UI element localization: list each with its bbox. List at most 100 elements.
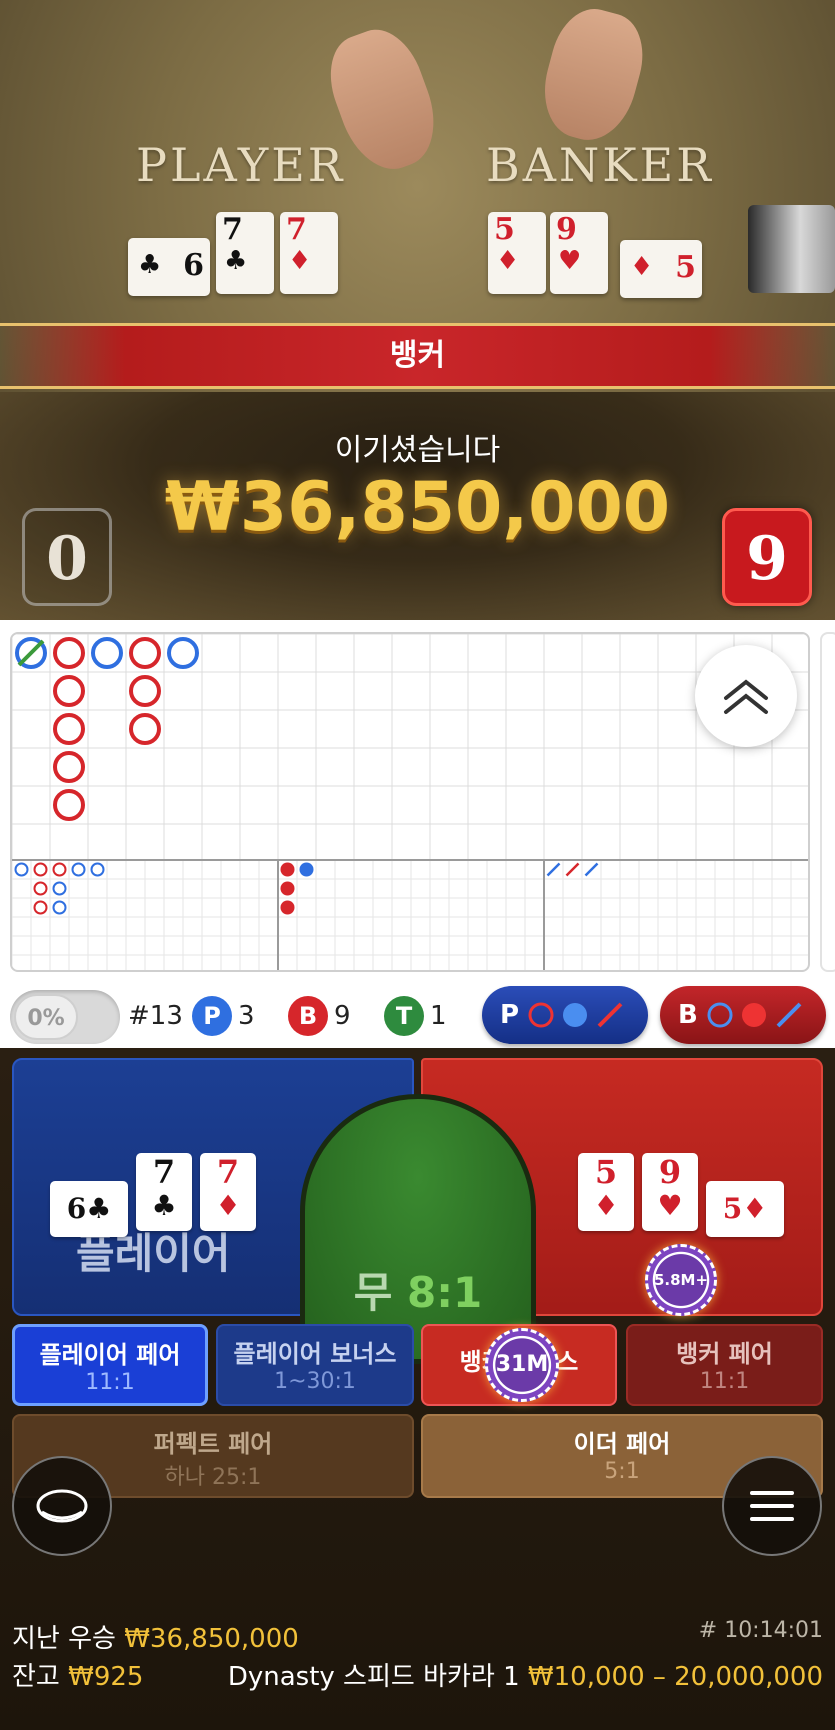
big-road-bead [167, 637, 199, 669]
card-shoe [748, 205, 835, 293]
percent-toggle[interactable]: 0% [10, 990, 120, 1044]
perfect-pair-label: 퍼펙트 페어 [153, 1430, 273, 1458]
banker-hand-card-2: 9 ♥ [642, 1153, 698, 1231]
card-rank: 5 [594, 1153, 618, 1191]
big-road-bead [53, 751, 85, 783]
player-bonus-odds: 1~30:1 [274, 1369, 356, 1394]
player-wins-count: 3 [238, 1001, 255, 1031]
big-eye-road-mark [33, 862, 48, 877]
card-rank: 7 [216, 1153, 240, 1191]
percent-toggle-label: 0% [14, 994, 78, 1040]
banker-ask-button[interactable]: B [660, 986, 826, 1044]
card-suit-icon: ♥ [657, 1189, 683, 1222]
menu-button[interactable] [722, 1456, 822, 1556]
tie-bet-label: 무 [353, 1268, 393, 1317]
win-message: 이기셨습니다 [334, 433, 501, 468]
card-rank: 6 [66, 1192, 87, 1225]
small-road-mark [280, 862, 295, 877]
chat-button[interactable] [12, 1456, 112, 1556]
table-player-card-2: 7 ♣ [216, 212, 274, 294]
balance-value: ₩925 [68, 1662, 144, 1692]
card-suit-icon: ♣ [86, 1192, 112, 1225]
card-suit-icon: ♦ [630, 252, 654, 282]
result-banner-text: 뱅커 [389, 338, 446, 373]
player-ask-label: P [500, 1000, 520, 1030]
player-ask-button[interactable]: P [482, 986, 648, 1044]
big-eye-road-mark [52, 881, 67, 896]
banker-table-label: BANKER [486, 138, 714, 192]
table-info: Dynasty 스피드 바카라 1 ₩10,000 – 20,000,000 [228, 1656, 823, 1693]
win-amount: ₩36,850,000 [164, 468, 671, 547]
road-canvas [12, 634, 808, 970]
last-win-label: 지난 우승 [12, 1624, 116, 1654]
big-eye-road-mark [52, 900, 67, 915]
player-table-label: PLAYER [136, 138, 346, 192]
card-suit-icon: ♣ [224, 246, 248, 276]
small-road-mark [280, 881, 295, 896]
player-bonus-label: 플레이어 보너스 [233, 1340, 397, 1368]
big-road-bead [129, 713, 161, 745]
card-suit-icon: ♥ [558, 246, 582, 276]
road-grid[interactable] [10, 632, 810, 972]
card-suit-icon: ♣ [151, 1189, 177, 1222]
tie-bet-text: 무 8:1 [305, 1259, 531, 1320]
banker-hand-card-1: 5 ♦ [578, 1153, 634, 1231]
card-suit-icon: ♦ [288, 246, 312, 276]
card-rank: 7 [152, 1153, 176, 1191]
banker-wins-count: 9 [334, 1001, 351, 1031]
player-bonus-bet[interactable]: 플레이어 보너스 1~30:1 [216, 1324, 414, 1406]
expand-roads-button[interactable] [695, 645, 797, 747]
big-eye-road-mark [71, 862, 86, 877]
result-banner: 뱅커 [0, 323, 835, 389]
tie-stat: T1 [384, 996, 447, 1036]
player-pair-odds: 11:1 [85, 1370, 135, 1395]
banker-pair-bet[interactable]: 뱅커 페어 11:1 [626, 1324, 823, 1406]
player-hand-card-2: 7 ♣ [136, 1153, 192, 1231]
scoreboard-roads[interactable] [0, 620, 835, 982]
next-road-panel-edge[interactable] [820, 632, 835, 972]
card-suit-icon: ♦ [593, 1189, 619, 1222]
big-road-bead [53, 637, 85, 669]
tie-count: 1 [430, 1001, 447, 1031]
round-number: #13 [128, 1001, 183, 1031]
table-player-card-3: 7 ♦ [280, 212, 338, 294]
table-banker-card-3: 5 ♦ [620, 240, 702, 298]
player-ask-predictions-icon [528, 1002, 623, 1028]
big-eye-road-mark [90, 862, 105, 877]
round-time: # 10:14:01 [698, 1618, 823, 1643]
card-suit-icon: ♦ [496, 246, 520, 276]
banker-badge: B [288, 996, 328, 1036]
small-road-mark [299, 862, 314, 877]
banker-pair-label: 뱅커 페어 [676, 1340, 773, 1368]
big-road-bead [129, 675, 161, 707]
card-rank: 7 [286, 212, 307, 247]
big-eye-road-mark [52, 862, 67, 877]
big-eye-road-mark [33, 900, 48, 915]
table-player-card-1: 6 ♣ [128, 238, 210, 296]
banker-pair-odds: 11:1 [699, 1369, 750, 1394]
tie-bet-odds: 8:1 [407, 1268, 483, 1317]
big-road-bead [53, 675, 85, 707]
tie-badge: T [384, 996, 424, 1036]
card-rank: 9 [556, 212, 577, 247]
card-rank: 5 [494, 212, 515, 247]
last-win-value: ₩36,850,000 [124, 1624, 299, 1654]
player-wins-stat: P3 [192, 996, 255, 1036]
banker-bonus-bet[interactable]: 뱅커 보너스 31M [421, 1324, 617, 1406]
player-pair-bet[interactable]: 플레이어 페어 11:1 [12, 1324, 208, 1406]
card-rank: 6 [183, 248, 204, 283]
table-name: Dynasty 스피드 바카라 1 [227, 1662, 520, 1692]
stats-bar: 0% #13 P3 B9 T1 P B [0, 982, 835, 1048]
banker-wins-stat: B9 [288, 996, 351, 1036]
card-rank: 5 [675, 250, 696, 285]
card-rank: 9 [658, 1153, 682, 1191]
small-road-mark [280, 900, 295, 915]
banker-bonus-chip: 31M [485, 1328, 559, 1402]
big-road-bead [53, 789, 85, 821]
footer-row-bottom: 잔고 ₩925 Dynasty 스피드 바카라 1 ₩10,000 – 20,0… [12, 1656, 823, 1694]
table-view-icon [36, 1489, 88, 1523]
dealer-right-hand [532, 0, 654, 150]
cockroach-road-mark [565, 862, 580, 877]
player-pair-label: 플레이어 페어 [39, 1341, 181, 1369]
big-eye-road-mark [33, 881, 48, 896]
